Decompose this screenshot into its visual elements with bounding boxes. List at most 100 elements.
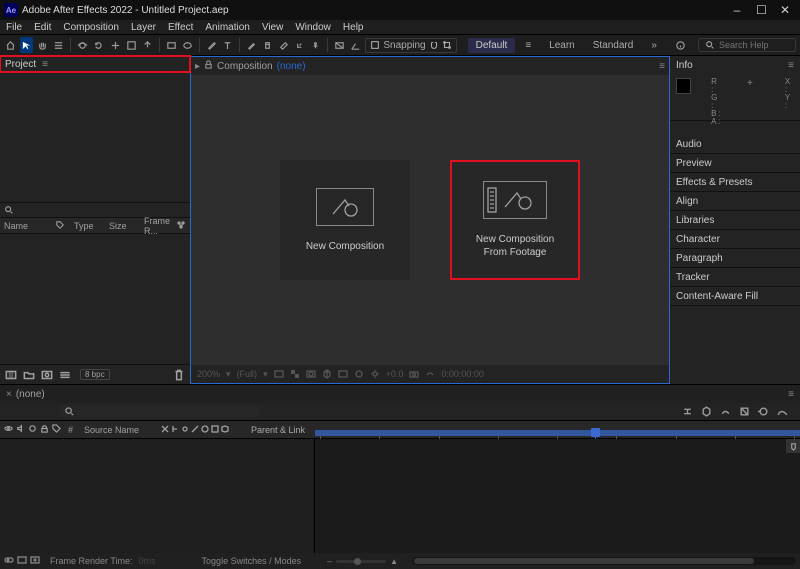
- col-type[interactable]: Type: [74, 221, 103, 231]
- timeline-search[interactable]: [59, 405, 259, 418]
- timeline-panel-menu-icon[interactable]: ≡: [788, 389, 794, 400]
- snapshot-icon[interactable]: [409, 369, 419, 379]
- type-tool-icon[interactable]: [221, 37, 234, 53]
- orbit-tool-icon[interactable]: [76, 37, 89, 53]
- project-tab[interactable]: Project ≡: [0, 55, 191, 73]
- transparency-icon[interactable]: [290, 369, 300, 379]
- solo-col-icon[interactable]: [28, 424, 37, 435]
- audio-panel-header[interactable]: Audio: [670, 135, 800, 153]
- workspace-default[interactable]: Default: [468, 38, 516, 53]
- trash-icon[interactable]: [172, 368, 186, 382]
- arrow-tool-icon[interactable]: [141, 37, 154, 53]
- 3d-icon[interactable]: [322, 369, 332, 379]
- menu-help[interactable]: Help: [339, 22, 368, 33]
- motion-blur-icon[interactable]: [755, 404, 771, 420]
- graph-editor-icon[interactable]: [774, 404, 790, 420]
- lock-col-icon[interactable]: [40, 424, 49, 435]
- toggle-switch-icon[interactable]: [4, 555, 14, 567]
- parent-col[interactable]: Parent & Link: [251, 425, 305, 435]
- interpret-icon[interactable]: [4, 368, 18, 382]
- collapse-switch-icon[interactable]: [181, 425, 189, 435]
- lock-icon[interactable]: [204, 60, 213, 72]
- layer-list[interactable]: [0, 439, 315, 553]
- effects-panel-header[interactable]: Effects & Presets: [670, 173, 800, 191]
- align-panel-header[interactable]: Align: [670, 192, 800, 210]
- resolution-select[interactable]: (Full): [237, 369, 258, 379]
- clone-tool-icon[interactable]: [261, 37, 274, 53]
- panel-menu-icon[interactable]: [52, 37, 65, 53]
- menu-edit[interactable]: Edit: [30, 22, 55, 33]
- project-settings-icon[interactable]: [58, 368, 72, 382]
- menu-animation[interactable]: Animation: [201, 22, 253, 33]
- comp-mini-flowchart-icon[interactable]: [679, 404, 695, 420]
- bpc-toggle[interactable]: 8 bpc: [80, 369, 110, 380]
- menu-layer[interactable]: Layer: [127, 22, 160, 33]
- marker-bin-icon[interactable]: [786, 439, 800, 453]
- caf-panel-header[interactable]: Content-Aware Fill: [670, 287, 800, 305]
- zoom-level[interactable]: 200%: [197, 369, 220, 379]
- maximize-button[interactable]: ☐: [756, 5, 766, 15]
- workspace-standard[interactable]: Standard: [585, 38, 642, 53]
- info-panel-header[interactable]: Info ≡: [670, 56, 800, 74]
- viewer-tab[interactable]: ▸ Composition (none) ≡: [191, 57, 669, 75]
- channel-icon[interactable]: [354, 369, 364, 379]
- expand-icon[interactable]: [17, 555, 27, 567]
- current-time[interactable]: 0:00:00:00: [441, 369, 484, 379]
- new-comp-icon[interactable]: [40, 368, 54, 382]
- local-axis-icon[interactable]: [349, 37, 362, 53]
- tracker-panel-header[interactable]: Tracker: [670, 268, 800, 286]
- puppet-tool-icon[interactable]: [309, 37, 322, 53]
- close-button[interactable]: ✕: [780, 5, 790, 15]
- mask-icon[interactable]: [306, 369, 316, 379]
- source-name-col[interactable]: Source Name: [84, 425, 139, 435]
- render-icon[interactable]: [30, 555, 40, 567]
- frame-blend-icon[interactable]: [736, 404, 752, 420]
- quality-switch-icon[interactable]: [191, 425, 199, 435]
- info-icon[interactable]: [674, 37, 687, 53]
- region-icon[interactable]: [338, 369, 348, 379]
- eraser-tool-icon[interactable]: [277, 37, 290, 53]
- menu-composition[interactable]: Composition: [59, 22, 123, 33]
- exposure-value[interactable]: +0.0: [386, 369, 404, 379]
- new-composition-from-footage-button[interactable]: New CompositionFrom Footage: [450, 160, 580, 280]
- timeline-h-scrollbar[interactable]: [412, 557, 796, 565]
- info-panel-menu-icon[interactable]: ≡: [788, 60, 794, 71]
- shy-switch-icon[interactable]: [161, 425, 169, 435]
- home-icon[interactable]: [4, 37, 17, 53]
- menu-window[interactable]: Window: [291, 22, 335, 33]
- selection-tool-icon[interactable]: [20, 37, 33, 53]
- mask-tool-icon[interactable]: [333, 37, 346, 53]
- gear-icon[interactable]: [370, 369, 380, 379]
- viewer-panel-menu-icon[interactable]: ≡: [659, 61, 665, 72]
- rotate-tool-icon[interactable]: [92, 37, 105, 53]
- pen-tool-icon[interactable]: [205, 37, 218, 53]
- paragraph-panel-header[interactable]: Paragraph: [670, 249, 800, 267]
- rect-tool-icon[interactable]: [165, 37, 178, 53]
- search-help[interactable]: [698, 38, 796, 52]
- new-composition-button[interactable]: New Composition: [280, 160, 410, 280]
- show-snapshot-icon[interactable]: [425, 369, 435, 379]
- col-tag-icon[interactable]: [56, 221, 68, 231]
- libraries-panel-header[interactable]: Libraries: [670, 211, 800, 229]
- zoom-slider[interactable]: [336, 560, 386, 563]
- col-frame[interactable]: Frame R...: [144, 216, 170, 236]
- snapping-toggle[interactable]: Snapping: [365, 38, 456, 53]
- label-col-icon[interactable]: [52, 424, 61, 435]
- workspace-menu-icon[interactable]: ≡: [517, 38, 539, 53]
- adj-switch-icon[interactable]: [211, 425, 219, 435]
- view-popup-icon[interactable]: [274, 369, 284, 379]
- menu-file[interactable]: File: [2, 22, 26, 33]
- hand-tool-icon[interactable]: [36, 37, 49, 53]
- menu-view[interactable]: View: [258, 22, 288, 33]
- search-input[interactable]: [719, 40, 789, 50]
- mb-switch-icon[interactable]: [201, 425, 209, 435]
- project-bin[interactable]: [0, 234, 190, 364]
- workspace-learn[interactable]: Learn: [541, 38, 583, 53]
- timeline-tab[interactable]: × (none) ≡: [0, 385, 800, 403]
- project-panel-menu-icon[interactable]: ≡: [42, 59, 48, 70]
- flow-icon[interactable]: [176, 220, 186, 232]
- fx-switch-icon[interactable]: [171, 425, 179, 435]
- col-name[interactable]: Name: [4, 221, 50, 231]
- character-panel-header[interactable]: Character: [670, 230, 800, 248]
- audio-col-icon[interactable]: [16, 424, 25, 435]
